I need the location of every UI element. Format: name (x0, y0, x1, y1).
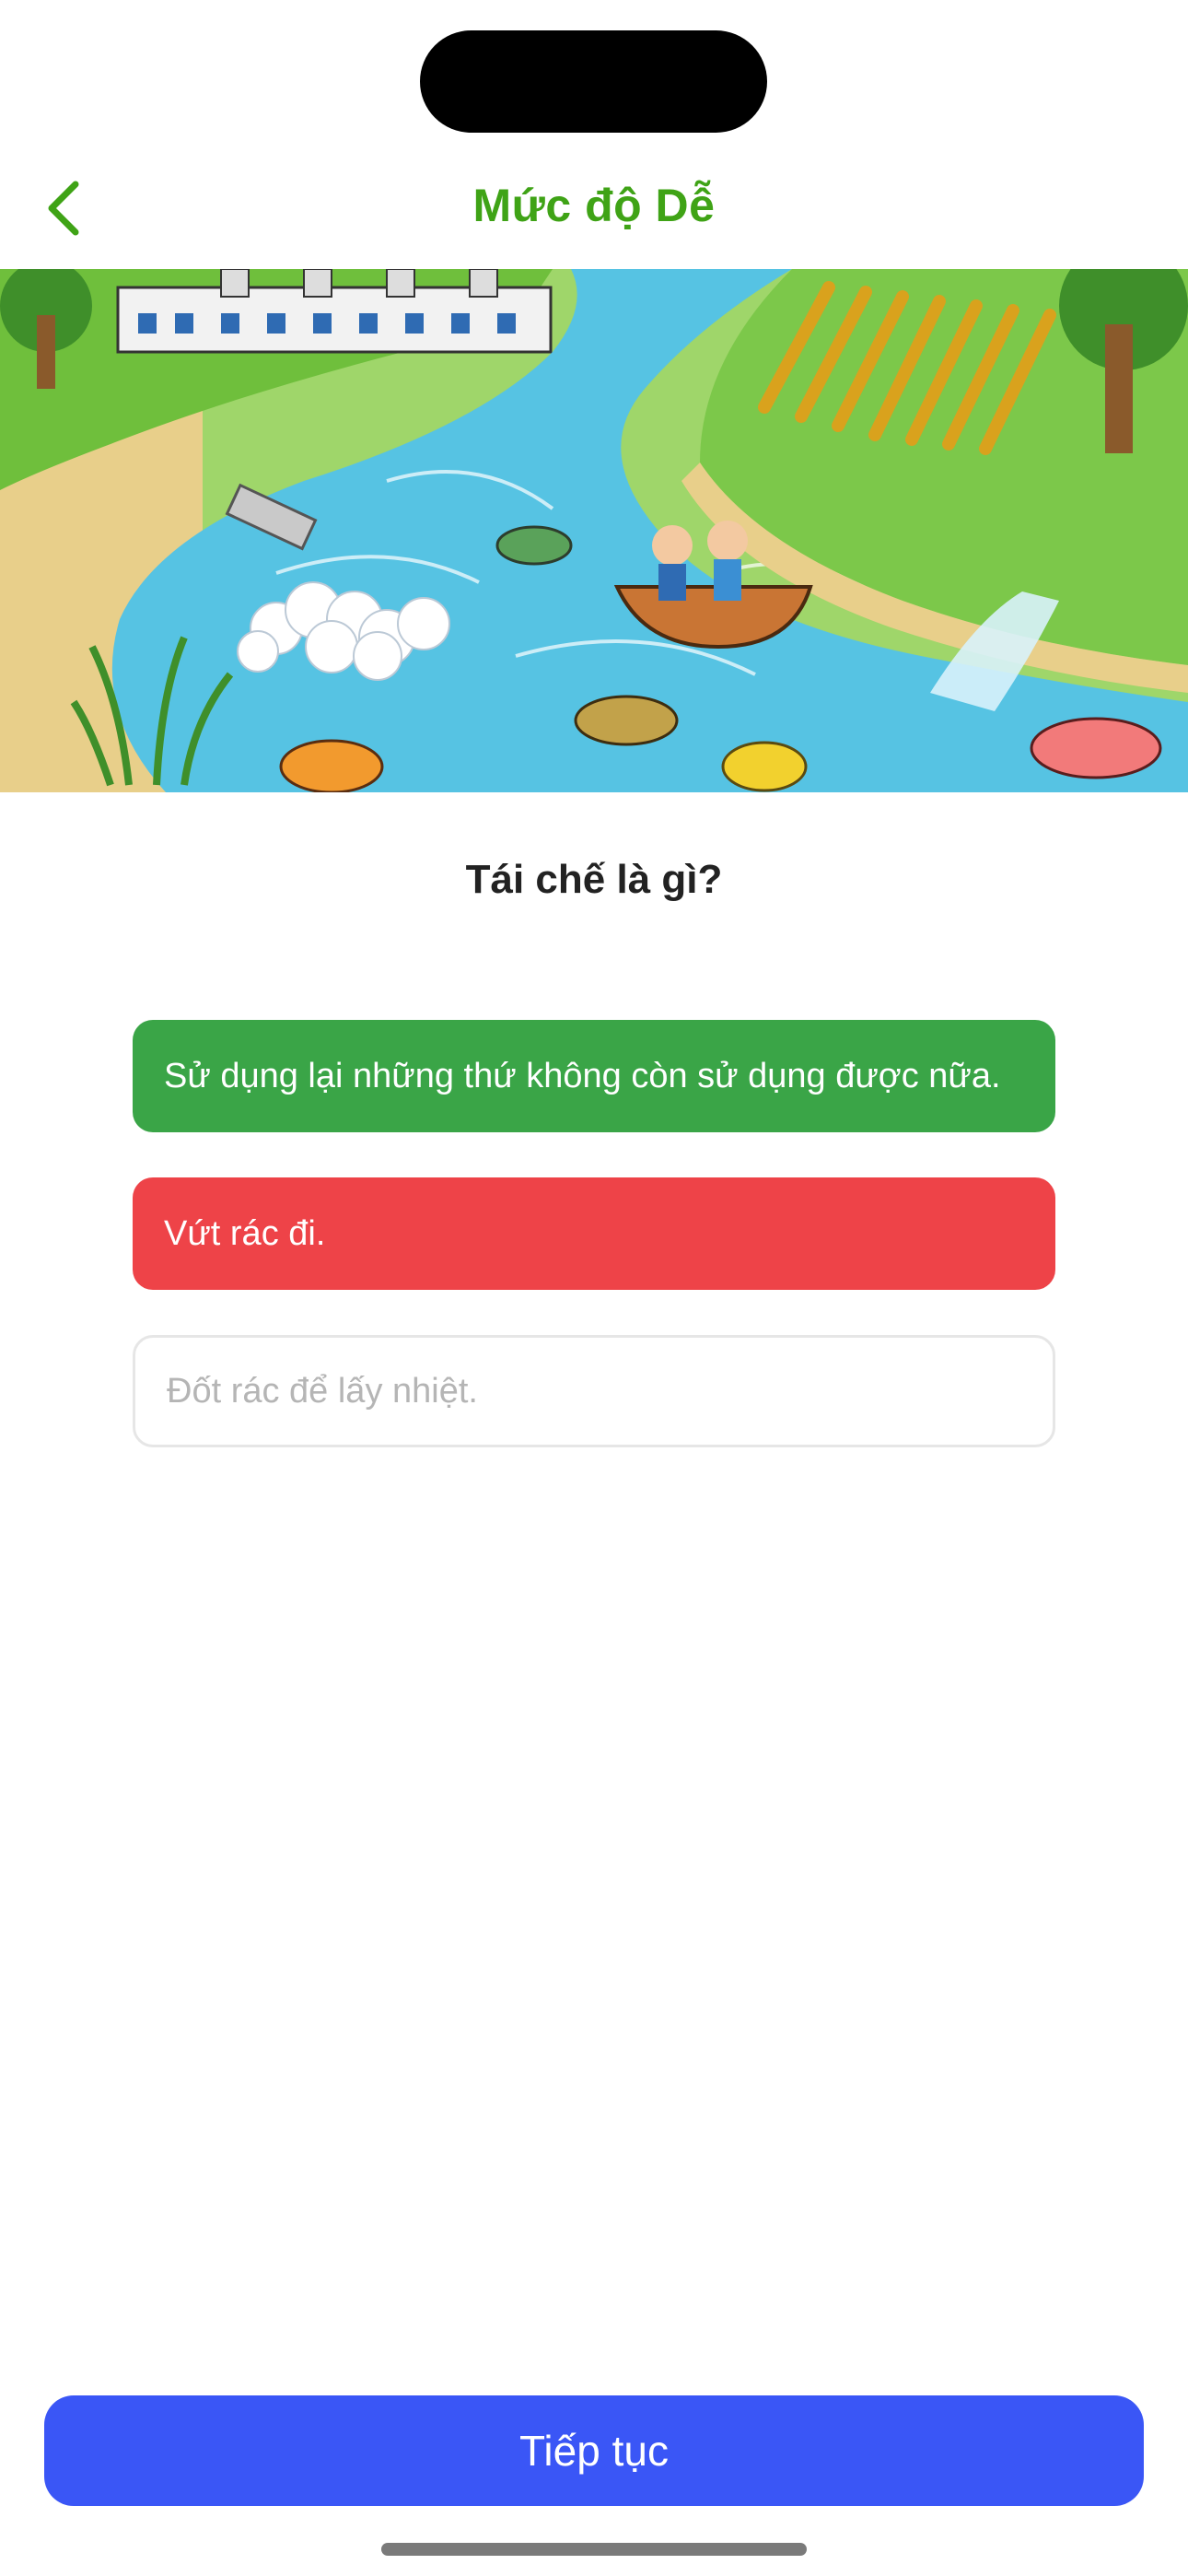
answer-label: Vứt rác đi. (164, 1213, 326, 1253)
river-illustration (0, 269, 1188, 792)
dynamic-island (420, 30, 767, 133)
page-title: Mức độ Dễ (472, 180, 716, 231)
answer-option[interactable]: Đốt rác để lấy nhiệt. (133, 1335, 1055, 1447)
top-bar: Mức độ Dễ (0, 157, 1188, 260)
answer-option-wrong[interactable]: Vứt rác đi. (133, 1177, 1055, 1290)
continue-label: Tiếp tục (519, 2427, 669, 2475)
answer-option-correct[interactable]: Sử dụng lại những thứ không còn sử dụng … (133, 1020, 1055, 1132)
answer-label: Đốt rác để lấy nhiệt. (167, 1371, 478, 1411)
answer-label: Sử dụng lại những thứ không còn sử dụng … (164, 1056, 1001, 1095)
home-indicator[interactable] (381, 2543, 807, 2556)
quiz-screen: Mức độ Dễ Tái chế là gì? Sử dụng lại nhữ… (0, 0, 1188, 2576)
continue-button[interactable]: Tiếp tục (44, 2395, 1144, 2506)
question-text: Tái chế là gì? (465, 857, 723, 902)
